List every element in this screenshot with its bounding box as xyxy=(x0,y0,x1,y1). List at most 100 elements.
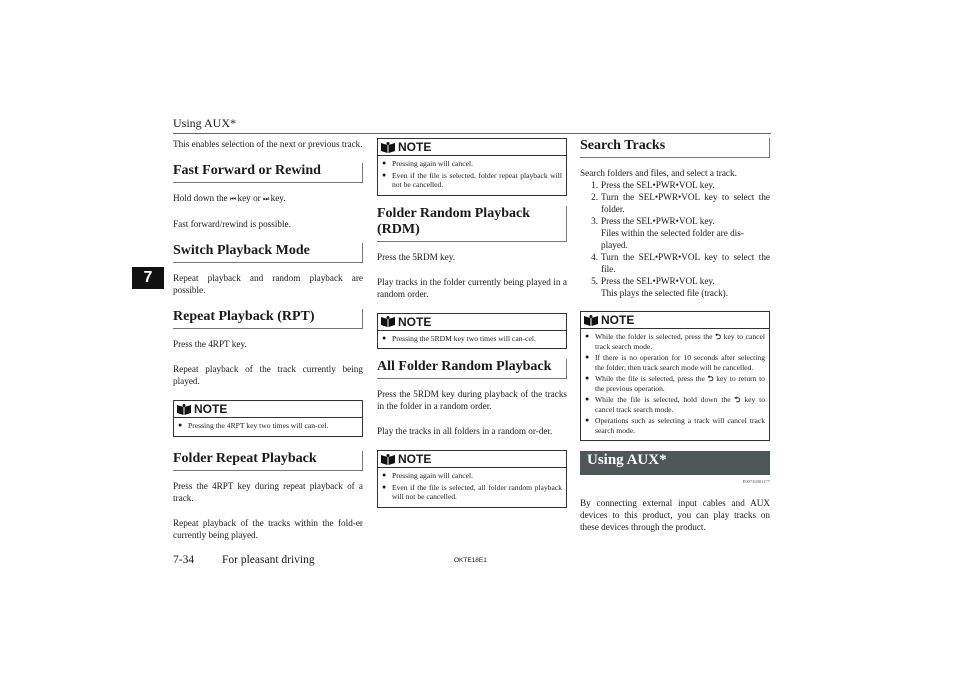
text: If there is no operation for 10 seconds … xyxy=(595,353,765,372)
note-box: NOTE ● Pressing again will cancel. ● Even … xyxy=(377,450,567,508)
column-2: NOTE ● Pressing again will cancel. ● Even … xyxy=(377,138,567,518)
open-book-icon xyxy=(584,314,598,326)
ffr-paragraph: Hold down the ⏮ key or ⏭ key. xyxy=(173,192,363,205)
note-item: ● Even if the file is selected, folder re… xyxy=(382,171,562,190)
rpt-paragraph-1: Press the 4RPT key. xyxy=(173,339,247,349)
step-text: Press the SEL•PWR•VOL key. xyxy=(601,216,715,226)
all-rdm-paragraph-2: Play the tracks in all folders in a rand… xyxy=(377,426,553,436)
document-code: OKTE18E1 xyxy=(454,557,487,564)
open-book-icon xyxy=(381,316,395,327)
column-3: Search Tracks Search folders and files, … xyxy=(580,138,770,546)
note-title: NOTE xyxy=(398,140,432,154)
bullet-icon: ● xyxy=(585,332,590,340)
list-item: 3. Press the SEL•PWR•VOL key. xyxy=(580,215,770,227)
text: key. xyxy=(268,193,286,203)
all-rdm-paragraph-1: Press the 5RDM key during playback of th… xyxy=(377,389,567,411)
bullet-icon: ● xyxy=(178,421,183,429)
note-text: Pressing again will cancel. xyxy=(392,159,473,168)
bullet-icon: ● xyxy=(382,333,387,342)
note-box: NOTE ● While the folder is selected, pres… xyxy=(580,311,770,441)
step-subtext: This plays the selected file (track). xyxy=(601,288,729,298)
note-text: While the folder is selected, press the … xyxy=(595,332,765,351)
search-intro: Search folders and files, and select a t… xyxy=(580,168,737,178)
note-text: Pressing the 4RPT key two times will can… xyxy=(188,421,329,430)
bullet-icon: ● xyxy=(382,471,387,479)
open-book-icon xyxy=(381,453,395,465)
section-heading-all-folder-random: All Folder Random Playback xyxy=(377,359,567,379)
note-item: ● Pressing the 4RPT key two times will ca… xyxy=(178,421,358,431)
switch-paragraph: Repeat playback and random playback are … xyxy=(173,273,363,295)
open-book-icon xyxy=(381,141,395,153)
note-header: NOTE xyxy=(581,312,769,329)
note-header: NOTE xyxy=(174,401,362,418)
note-item: ● While the folder is selected, press the… xyxy=(585,332,765,351)
folder-repeat-paragraph-1: Press the 4RPT key during repeat playbac… xyxy=(173,480,363,503)
list-item: 4. Turn the SEL•PWR•VOL key to select the… xyxy=(580,251,770,275)
bullet-icon: ● xyxy=(382,159,387,167)
note-box: NOTE ● Pressing the 5RDM key two times wi… xyxy=(377,312,567,349)
note-header: NOTE xyxy=(378,314,566,331)
step-text: Press the SEL•PWR•VOL key. xyxy=(601,276,715,286)
note-item: ● While the file is selected, press the ⮌… xyxy=(585,374,765,393)
bullet-icon: ● xyxy=(382,482,387,491)
step-number: 2. xyxy=(591,192,598,202)
step-number: 1. xyxy=(591,180,598,190)
chapter-tab: 7 xyxy=(132,267,164,289)
rpt-paragraph-2: Repeat playback of the track currently b… xyxy=(173,364,363,386)
note-item: ● If there is no operation for 10 seconds… xyxy=(585,353,765,372)
note-text: Even if the file is selected, all folder… xyxy=(392,482,562,502)
note-body: ● Pressing the 4RPT key two times will ca… xyxy=(174,418,362,436)
text: key or xyxy=(235,193,264,203)
note-box: NOTE ● Pressing again will cancel. ● Even … xyxy=(377,138,567,196)
note-item: ● Pressing again will cancel. xyxy=(382,471,562,481)
note-body: ● While the folder is selected, press the… xyxy=(581,329,769,440)
step-text: Turn the SEL•PWR•VOL key to select the f… xyxy=(601,192,770,214)
note-text: Pressing the 5RDM key two times will can… xyxy=(392,333,536,343)
step-number: 5. xyxy=(591,276,598,286)
column-1: This enables selection of the next or pr… xyxy=(173,138,363,554)
step-number: 4. xyxy=(591,252,598,262)
note-header: NOTE xyxy=(378,139,566,156)
text: Hold down the xyxy=(173,193,230,203)
section-code: E00736901177 xyxy=(742,479,770,484)
note-text: While the file is selected, hold down th… xyxy=(595,395,765,414)
section-heading-search-tracks: Search Tracks xyxy=(580,138,770,158)
text: Operations such as selecting a track wil… xyxy=(595,416,765,435)
note-title: NOTE xyxy=(398,314,432,329)
note-body: ● Pressing again will cancel. ● Even if th… xyxy=(378,468,566,507)
footer-section-title: For pleasant driving xyxy=(222,554,315,566)
note-text: Pressing again will cancel. xyxy=(392,471,473,480)
rdm-paragraph-1: Press the 5RDM key. xyxy=(377,251,456,262)
note-item: ● While the file is selected, hold down t… xyxy=(585,395,765,414)
ffr-paragraph-2: Fast forward/rewind is possible. xyxy=(173,219,291,229)
note-title: NOTE xyxy=(398,452,432,466)
step-text: Press the SEL•PWR•VOL key. xyxy=(601,180,715,190)
rdm-paragraph-2: Play tracks in the folder currently bein… xyxy=(377,276,567,299)
bullet-icon: ● xyxy=(585,374,590,382)
note-item: ● Operations such as selecting a track wi… xyxy=(585,416,765,435)
step-text: Turn the SEL•PWR•VOL key to select the f… xyxy=(601,252,770,274)
note-text: Operations such as selecting a track wil… xyxy=(595,416,765,435)
step-number: 3. xyxy=(591,216,598,226)
running-title: Using AUX* xyxy=(173,116,237,130)
note-text: While the file is selected, press the ⮌ … xyxy=(595,374,765,393)
note-text: If there is no operation for 10 seconds … xyxy=(595,353,765,372)
steps-list: 1. Press the SEL•PWR•VOL key. 2. Turn the S… xyxy=(580,179,770,299)
list-item: 1. Press the SEL•PWR•VOL key. xyxy=(580,179,770,191)
folder-repeat-paragraph-2: Repeat playback of the tracks within the… xyxy=(173,517,363,540)
note-item: ● Even if the file is selected, all folde… xyxy=(382,483,562,502)
section-heading-switch-mode: Switch Playback Mode xyxy=(173,243,363,263)
note-title: NOTE xyxy=(194,402,228,416)
list-item: 2. Turn the SEL•PWR•VOL key to select the… xyxy=(580,191,770,215)
header-rule xyxy=(173,133,771,134)
note-body: ● Pressing again will cancel. ● Even if th… xyxy=(378,156,566,195)
section-heading-repeat: Repeat Playback (RPT) xyxy=(173,309,363,329)
note-title: NOTE xyxy=(601,313,635,327)
bullet-icon: ● xyxy=(585,353,590,361)
aux-paragraph: By connecting external input cables and … xyxy=(580,498,770,532)
section-banner-using-aux: Using AUX* xyxy=(580,451,770,475)
list-item: 5. Press the SEL•PWR•VOL key. xyxy=(580,275,770,287)
step-subtext: Files within the selected folder are dis… xyxy=(601,228,744,250)
text: While the file is selected, press the xyxy=(595,374,708,383)
section-heading-fast-forward: Fast Forward or Rewind xyxy=(173,163,363,183)
